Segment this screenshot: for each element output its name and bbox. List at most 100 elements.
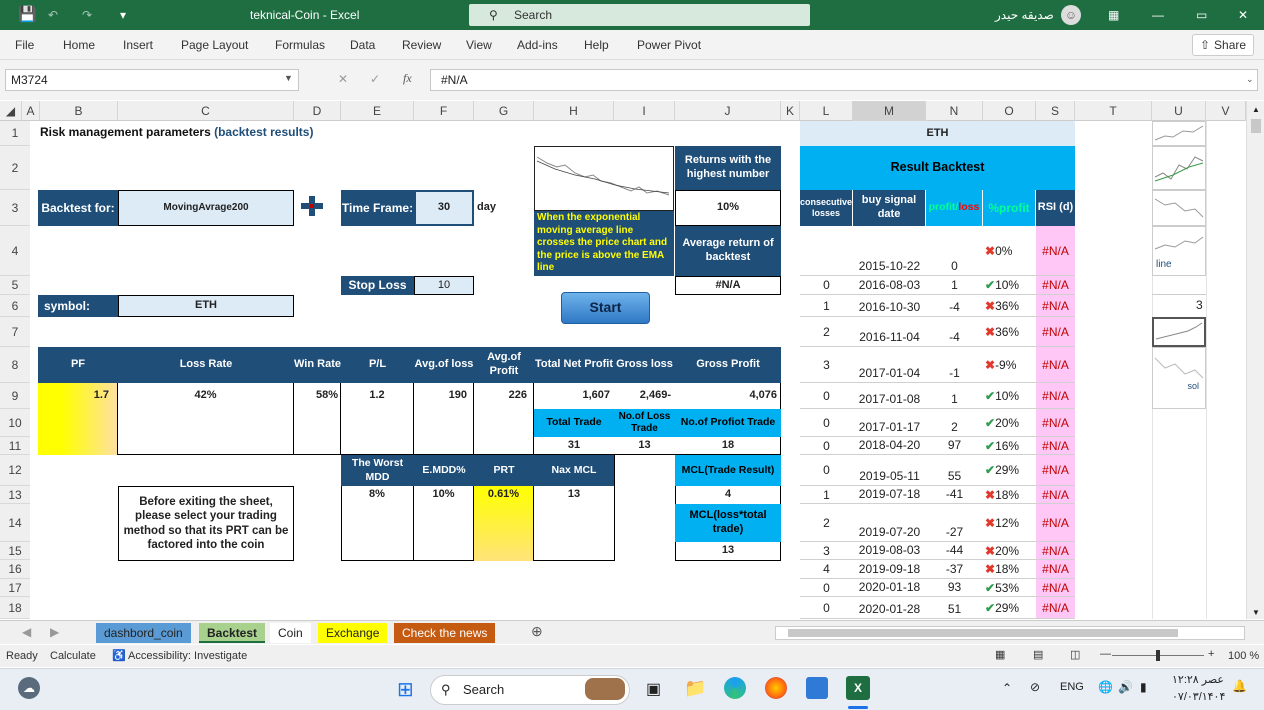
result-pct[interactable]: ✖ 20% [983, 542, 1036, 560]
save-icon[interactable]: 💾 [18, 0, 37, 30]
result-profit-loss[interactable]: 55 [926, 455, 983, 486]
file-explorer-icon[interactable]: 📁 [684, 678, 706, 699]
menu-review[interactable]: Review [402, 30, 441, 60]
menu-formulas[interactable]: Formulas [275, 30, 325, 60]
normal-view-icon[interactable]: ▦ [995, 648, 1005, 661]
col-header-i[interactable]: I [614, 101, 675, 121]
menu-insert[interactable]: Insert [123, 30, 153, 60]
result-pct[interactable]: ✖ -9% [983, 347, 1036, 383]
scroll-down-icon[interactable]: ▼ [1252, 608, 1260, 617]
menu-add-ins[interactable]: Add-ins [517, 30, 558, 60]
col-header-j[interactable]: J [675, 101, 781, 121]
result-pct[interactable]: ✔ 29% [983, 455, 1036, 486]
vertical-scroll-thumb[interactable] [1251, 119, 1261, 133]
result-date[interactable]: 2016-11-04 [853, 317, 926, 347]
row-header[interactable]: 4 [0, 226, 30, 276]
vertical-scrollbar[interactable]: ▲ ▼ [1246, 101, 1264, 619]
col-header-d[interactable]: D [294, 101, 341, 121]
col-header-u[interactable]: U [1152, 101, 1206, 121]
result-rsi[interactable]: #N/A [1036, 409, 1075, 437]
result-consecutive[interactable]: 2 [800, 504, 853, 542]
col-header-n[interactable]: N [926, 101, 983, 121]
row-header[interactable]: 11 [0, 437, 30, 455]
row-header[interactable]: 14 [0, 504, 30, 542]
plus-icon[interactable] [298, 193, 326, 219]
zoom-slider-thumb[interactable] [1156, 650, 1160, 661]
result-rsi[interactable]: #N/A [1036, 276, 1075, 295]
result-pct[interactable]: ✖ 36% [983, 317, 1036, 347]
col-header-c[interactable]: C [118, 101, 294, 121]
result-date[interactable]: 2019-05-11 [853, 455, 926, 486]
ribbon-display-icon[interactable]: ▦ [1108, 0, 1119, 30]
col-header-e[interactable]: E [341, 101, 414, 121]
clock-date[interactable]: ۰۷/۰۳/۱۴۰۴ [1172, 690, 1225, 703]
weather-icon[interactable]: ☁ [18, 677, 40, 699]
mini-chart-3[interactable] [1152, 190, 1206, 226]
row-header[interactable]: 16 [0, 560, 30, 579]
result-rsi[interactable]: #N/A [1036, 542, 1075, 560]
result-profit-loss[interactable]: -1 [926, 347, 983, 383]
scroll-up-icon[interactable]: ▲ [1252, 105, 1260, 114]
result-date[interactable]: 2016-10-30 [853, 295, 926, 317]
result-date[interactable]: 2017-01-04 [853, 347, 926, 383]
row-header[interactable]: 3 [0, 190, 30, 226]
result-pct[interactable]: ✖ 0% [983, 226, 1036, 276]
status-accessibility[interactable]: Accessibility: Investigate [128, 650, 247, 662]
result-rsi[interactable]: #N/A [1036, 383, 1075, 409]
col-header-k[interactable]: K [781, 101, 800, 121]
result-consecutive[interactable]: 0 [800, 409, 853, 437]
result-consecutive[interactable]: 0 [800, 276, 853, 295]
result-rsi[interactable]: #N/A [1036, 486, 1075, 504]
col-header-a[interactable]: A [22, 101, 40, 121]
row-header[interactable]: 10 [0, 409, 30, 437]
result-date[interactable]: 2017-01-08 [853, 383, 926, 409]
result-profit-loss[interactable]: 0 [926, 226, 983, 276]
close-icon[interactable]: ✕ [1238, 0, 1248, 30]
row-header[interactable]: 2 [0, 146, 30, 190]
price-chart-thumbnail[interactable] [534, 146, 674, 211]
result-profit-loss[interactable]: -4 [926, 317, 983, 347]
result-pct[interactable]: ✖ 36% [983, 295, 1036, 317]
result-rsi[interactable]: #N/A [1036, 504, 1075, 542]
result-date[interactable]: 2017-01-17 [853, 409, 926, 437]
row-header[interactable]: 13 [0, 486, 30, 504]
search-box[interactable]: ⚲ Search [469, 4, 810, 26]
tab-scroll-right-icon[interactable]: ▶ [50, 625, 59, 639]
row-header[interactable]: 1 [0, 121, 30, 146]
result-profit-loss[interactable]: 93 [926, 579, 983, 597]
notification-bell-icon[interactable]: 🔔 [1232, 679, 1247, 693]
result-date[interactable]: 2019-07-18 [853, 486, 926, 504]
result-consecutive[interactable]: 2 [800, 317, 853, 347]
result-rsi[interactable]: #N/A [1036, 455, 1075, 486]
result-pct[interactable]: ✔ 10% [983, 383, 1036, 409]
menu-data[interactable]: Data [350, 30, 375, 60]
result-consecutive[interactable]: 0 [800, 383, 853, 409]
result-consecutive[interactable]: 4 [800, 560, 853, 579]
row-header[interactable]: 12 [0, 455, 30, 486]
volume-icon[interactable]: 🔊 [1118, 680, 1133, 694]
tab-backtest[interactable]: Backtest [199, 623, 266, 643]
tab-scroll-left-icon[interactable]: ◀ [22, 625, 31, 639]
result-consecutive[interactable]: 0 [800, 597, 853, 619]
search-highlight-icon[interactable] [585, 678, 625, 700]
tab-coin[interactable]: Coin [270, 623, 311, 643]
mini-chart-2[interactable] [1152, 146, 1206, 190]
stoploss-input[interactable]: 10 [414, 276, 474, 295]
result-pct[interactable]: ✖ 18% [983, 486, 1036, 504]
row-header[interactable]: 18 [0, 597, 30, 619]
maximize-icon[interactable]: ▭ [1196, 0, 1207, 30]
menu-help[interactable]: Help [584, 30, 609, 60]
result-rsi[interactable]: #N/A [1036, 226, 1075, 276]
row-header[interactable]: 7 [0, 317, 30, 347]
firefox-icon[interactable] [765, 677, 787, 699]
result-rsi[interactable]: #N/A [1036, 347, 1075, 383]
result-profit-loss[interactable]: 1 [926, 383, 983, 409]
result-consecutive[interactable] [800, 226, 853, 276]
result-profit-loss[interactable]: 2 [926, 409, 983, 437]
col-header-h[interactable]: H [534, 101, 614, 121]
col-header-g[interactable]: G [474, 101, 534, 121]
col-header-o[interactable]: O [983, 101, 1036, 121]
result-profit-loss[interactable]: 97 [926, 437, 983, 455]
start-button[interactable]: Start [561, 292, 650, 324]
result-profit-loss[interactable]: -41 [926, 486, 983, 504]
